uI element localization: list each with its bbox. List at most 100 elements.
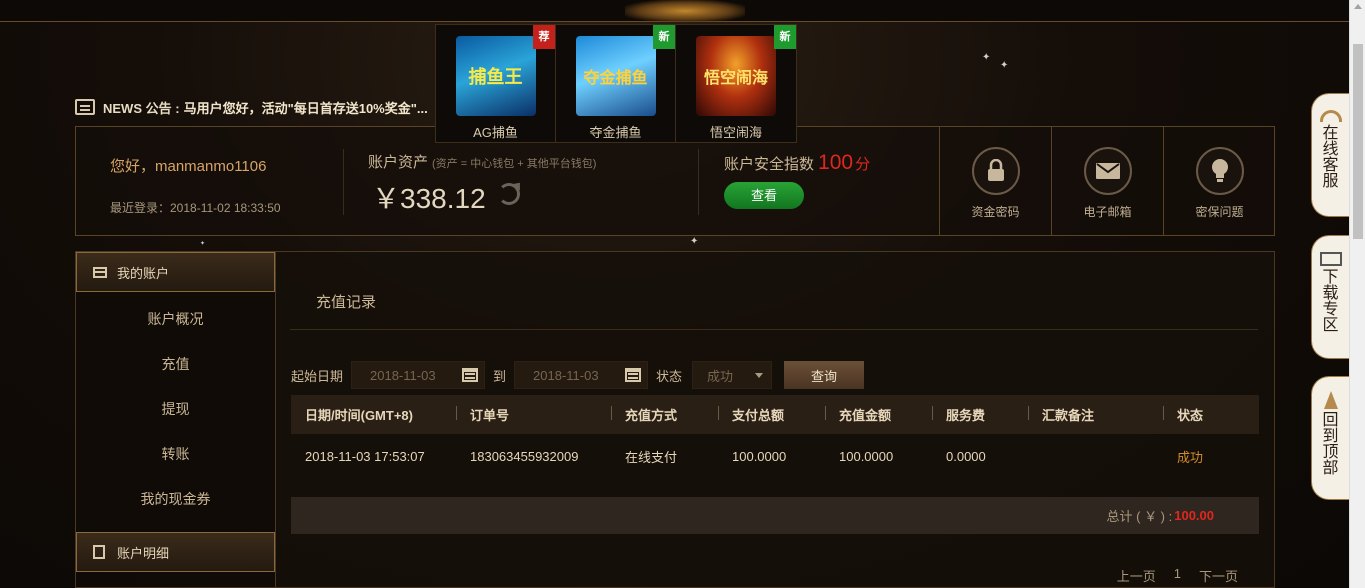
total-bar: 总计 ( ￥ ) : 100.00 <box>291 497 1259 534</box>
game-name[interactable]: 悟空闹海 <box>710 122 762 141</box>
float-tab-back-to-top[interactable]: 回到顶部 <box>1311 376 1349 500</box>
table-header: 日期/时间(GMT+8) 订单号 充值方式 支付总额 充值金额 服务费 汇款备注… <box>291 395 1259 434</box>
float-tab-download[interactable]: 下载专区 <box>1311 235 1349 359</box>
safety-score-unit: 分 <box>855 156 871 173</box>
end-date-value: 2018-11-03 <box>533 367 599 383</box>
sidebar-item-coupons[interactable]: 我的现金券 <box>76 477 275 522</box>
main-content: 充值记录 起始日期 2018-11-03 到 2018-11-03 状态 成功 … <box>276 251 1275 588</box>
security-item-fund-password[interactable]: 资金密码 <box>939 127 1051 235</box>
cell-datetime: 2018-11-03 17:53:07 <box>305 448 425 464</box>
calendar-icon[interactable] <box>625 368 642 382</box>
game-item-gold-fishing[interactable]: 夺金捕鱼 夺金捕鱼 新 <box>556 25 676 143</box>
game-item-ag-fishing[interactable]: 捕鱼王 AG捕鱼 荐 <box>436 25 556 143</box>
sparkle-decor: ✦ <box>200 241 206 247</box>
sparkle-decor: ✦ <box>1000 60 1009 71</box>
status-label: 状态 <box>656 368 683 384</box>
start-date-input[interactable]: 2018-11-03 <box>351 361 486 389</box>
end-date-input[interactable]: 2018-11-03 <box>514 361 649 389</box>
card-icon <box>93 266 107 278</box>
cell-order-no: 183063455932009 <box>470 448 579 464</box>
assets-value: ￥338.12 <box>372 183 486 214</box>
sidebar-list: 账户概况 充值 提现 转账 我的现金券 <box>76 292 275 522</box>
headset-icon <box>1319 110 1342 122</box>
mail-icon <box>1083 147 1132 195</box>
calendar-icon[interactable] <box>462 368 479 382</box>
sidebar: 我的账户 账户概况 充值 提现 转账 我的现金券 账户明细 <box>75 251 276 588</box>
safety-title-text: 账户安全指数 <box>724 156 815 173</box>
current-page[interactable]: 1 <box>1174 566 1181 585</box>
column-header: 日期/时间(GMT+8) <box>305 408 413 423</box>
sparkle-decor: ✦ <box>982 52 991 63</box>
monitor-icon <box>1319 252 1342 266</box>
sparkle-decor: ✦ <box>690 236 699 247</box>
query-button[interactable]: 查询 <box>784 361 865 389</box>
deposit-records-table: 日期/时间(GMT+8) 订单号 充值方式 支付总额 充值金额 服务费 汇款备注… <box>291 395 1259 478</box>
safety-score: 100 <box>818 151 854 174</box>
sidebar-section-label: 账户明细 <box>117 545 170 561</box>
total-label: 总计 ( ￥ ) : <box>1106 509 1173 524</box>
safety-index: 账户安全指数 100 分 <box>724 151 870 175</box>
brand-logo <box>625 0 745 22</box>
sidebar-section-label: 我的账户 <box>117 265 170 281</box>
float-tab-label: 在线客服 <box>1322 125 1339 190</box>
game-item-wukong[interactable]: 悟空闹海 悟空闹海 新 <box>676 25 796 143</box>
start-date-value: 2018-11-03 <box>370 367 436 383</box>
filter-bar: 起始日期 2018-11-03 到 2018-11-03 状态 成功 查询 <box>291 361 865 389</box>
refresh-icon[interactable] <box>498 183 520 205</box>
divider <box>698 149 699 215</box>
cell-fee: 0.0000 <box>946 448 986 464</box>
game-thumbnail[interactable]: 悟空闹海 <box>696 36 776 116</box>
security-item-question[interactable]: 密保问题 <box>1163 127 1275 235</box>
start-date-label: 起始日期 <box>291 368 344 384</box>
security-item-label: 密保问题 <box>1195 205 1244 219</box>
news-icon <box>75 99 95 115</box>
new-badge: 新 <box>774 25 796 49</box>
page-title: 充值记录 <box>316 294 377 311</box>
game-name[interactable]: AG捕鱼 <box>473 122 518 141</box>
cell-method: 在线支付 <box>625 449 678 465</box>
game-dropdown: 捕鱼王 AG捕鱼 荐 夺金捕鱼 夺金捕鱼 新 悟空闹海 悟空闹海 新 <box>435 24 797 143</box>
status-select[interactable]: 成功 <box>692 361 773 389</box>
last-login: 最近登录：2018-11-02 18:33:50 <box>110 201 281 215</box>
game-thumbnail[interactable]: 夺金捕鱼 <box>575 36 656 116</box>
sidebar-item-overview[interactable]: 账户概况 <box>76 297 275 342</box>
divider <box>290 329 1258 330</box>
divider <box>343 149 344 215</box>
new-badge: 新 <box>653 25 675 49</box>
sidebar-item-transfer[interactable]: 转账 <box>76 432 275 477</box>
scroll-up-arrow[interactable] <box>1354 4 1362 9</box>
security-item-email[interactable]: 电子邮箱 <box>1051 127 1163 235</box>
cell-deposit-amount: 100.0000 <box>839 448 894 464</box>
check-security-button[interactable]: 查看 <box>724 182 804 209</box>
rocket-icon <box>1323 391 1338 409</box>
sidebar-item-withdraw[interactable]: 提现 <box>76 387 275 432</box>
to-label: 到 <box>493 368 507 384</box>
user-greeting: 您好，manmanmo1106 <box>110 158 267 175</box>
news-text[interactable]: 马用户您好，活动"每日首存送10%奖金"... <box>184 98 428 117</box>
sidebar-item-deposit[interactable]: 充值 <box>76 342 275 387</box>
game-thumbnail[interactable]: 捕鱼王 <box>455 36 536 116</box>
table-row: 2018-11-03 17:53:07 183063455932009 在线支付… <box>291 434 1259 478</box>
news-label: NEWS 公告 : <box>103 100 180 116</box>
top-bar <box>0 0 1349 22</box>
column-header: 汇款备注 <box>1028 405 1163 424</box>
float-tab-customer-service[interactable]: 在线客服 <box>1311 93 1349 217</box>
scrollbar-thumb[interactable] <box>1353 44 1363 239</box>
assets-subtitle: (资产 = 中心钱包 + 其他平台钱包) <box>432 158 597 170</box>
prev-page-link[interactable]: 上一页 <box>1117 566 1156 585</box>
calculator-icon <box>93 545 105 559</box>
cell-paid-total: 100.0000 <box>732 448 787 464</box>
security-items: 资金密码 电子邮箱 密保问题 <box>939 127 1275 235</box>
security-item-label: 电子邮箱 <box>1083 205 1132 219</box>
total-value: 100.00 <box>1174 508 1214 523</box>
next-page-link[interactable]: 下一页 <box>1199 566 1238 585</box>
pagination: 上一页 1 下一页 <box>1117 566 1238 585</box>
game-name[interactable]: 夺金捕鱼 <box>589 122 641 141</box>
status-select-value: 成功 <box>707 368 734 384</box>
assets-title: 账户资产 (资产 = 中心钱包 + 其他平台钱包) <box>368 151 596 172</box>
sidebar-section-account-details[interactable]: 账户明细 <box>76 532 275 572</box>
recommend-badge: 荐 <box>533 25 555 49</box>
vertical-scrollbar[interactable] <box>1349 0 1365 588</box>
sidebar-section-my-account[interactable]: 我的账户 <box>76 252 275 292</box>
security-item-label: 资金密码 <box>971 205 1020 219</box>
